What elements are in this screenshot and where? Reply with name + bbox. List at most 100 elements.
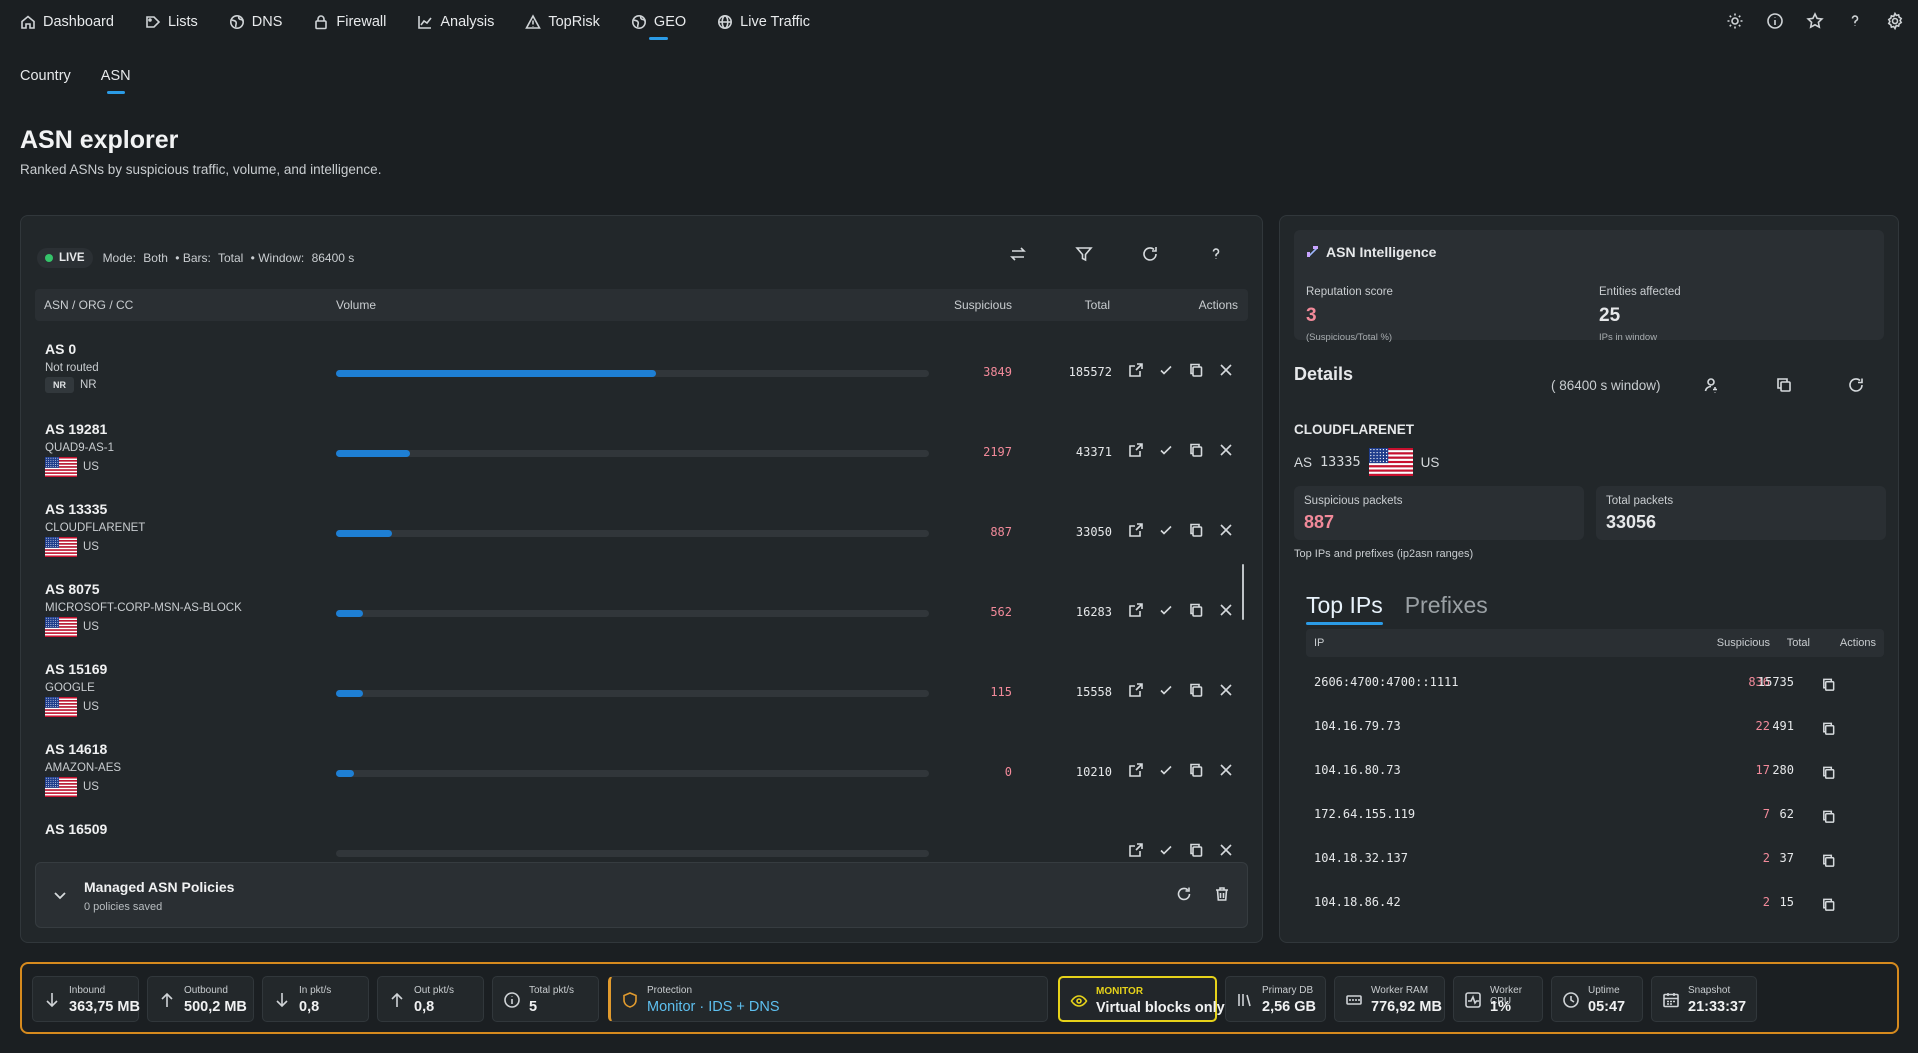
header-volume[interactable]: Volume bbox=[336, 298, 376, 312]
chevron-down-icon[interactable] bbox=[52, 887, 68, 903]
close-icon[interactable] bbox=[1218, 522, 1234, 538]
table-row[interactable]: AS 16509 bbox=[35, 809, 1248, 859]
filter-icon[interactable] bbox=[1074, 244, 1094, 264]
copy-icon[interactable] bbox=[1188, 762, 1204, 778]
check-icon[interactable] bbox=[1158, 602, 1174, 618]
close-icon[interactable] bbox=[1218, 762, 1234, 778]
status-protection[interactable]: Protection Monitor · IDS + DNS bbox=[608, 976, 1048, 1022]
refresh-icon[interactable] bbox=[1847, 376, 1865, 394]
volume-bar bbox=[336, 530, 929, 537]
open-external-icon[interactable] bbox=[1128, 442, 1144, 458]
managed-asn-policies[interactable]: Managed ASN Policies 0 policies saved bbox=[35, 862, 1248, 928]
nav-dns[interactable]: DNS bbox=[229, 0, 282, 44]
ip-row[interactable]: 2606:4700:4700::1111 836 15735 bbox=[1306, 667, 1884, 711]
table-row[interactable]: AS 0 Not routed NR NR 3849 185572 bbox=[35, 329, 1248, 408]
toolbar-meta: Mode: Both • Bars: Total • Window: 86400… bbox=[103, 251, 359, 265]
nav-live-traffic[interactable]: Live Traffic bbox=[717, 0, 810, 44]
settings-icon[interactable] bbox=[1886, 12, 1904, 30]
open-external-icon[interactable] bbox=[1128, 762, 1144, 778]
open-external-icon[interactable] bbox=[1128, 602, 1144, 618]
trash-icon[interactable] bbox=[1213, 885, 1231, 903]
open-external-icon[interactable] bbox=[1128, 682, 1144, 698]
table-scrollbar[interactable] bbox=[1242, 564, 1244, 620]
tab-asn[interactable]: ASN bbox=[101, 68, 131, 94]
nav-analysis[interactable]: Analysis bbox=[417, 0, 494, 44]
close-icon[interactable] bbox=[1218, 842, 1234, 858]
copy-icon[interactable] bbox=[1188, 842, 1204, 858]
nav-geo[interactable]: GEO bbox=[631, 0, 686, 44]
table-row[interactable]: AS 15169 GOOGLE US 115 15558 bbox=[35, 649, 1248, 728]
status-monitor-badge[interactable]: MONITOR Virtual blocks only bbox=[1058, 976, 1225, 1022]
window-label: • Window: bbox=[250, 251, 305, 265]
copy-icon[interactable] bbox=[1188, 682, 1204, 698]
ip-row[interactable]: 104.18.86.42 2 15 bbox=[1306, 887, 1884, 931]
sun-icon[interactable] bbox=[1726, 12, 1744, 30]
ip-header-ip[interactable]: IP bbox=[1314, 637, 1324, 649]
check-icon[interactable] bbox=[1158, 442, 1174, 458]
uptime-label: Uptime bbox=[1588, 985, 1620, 996]
user-network-icon[interactable] bbox=[1703, 376, 1721, 394]
table-row[interactable]: AS 13335 CLOUDFLARENET US 887 33050 bbox=[35, 489, 1248, 568]
close-icon[interactable] bbox=[1218, 442, 1234, 458]
nav-lists[interactable]: Lists bbox=[145, 0, 198, 44]
check-icon[interactable] bbox=[1158, 762, 1174, 778]
close-icon[interactable] bbox=[1218, 602, 1234, 618]
tab-top-ips[interactable]: Top IPs bbox=[1306, 592, 1383, 625]
ip-row[interactable]: 104.16.80.73 17 280 bbox=[1306, 755, 1884, 799]
copy-icon[interactable] bbox=[1821, 677, 1836, 692]
check-icon[interactable] bbox=[1158, 522, 1174, 538]
reputation-value: 3 bbox=[1306, 305, 1317, 326]
ip-row[interactable]: 172.64.155.119 7 62 bbox=[1306, 799, 1884, 843]
total-packets-card: Total packets 33056 bbox=[1596, 486, 1886, 540]
copy-icon[interactable] bbox=[1188, 522, 1204, 538]
asn-org: CLOUDFLARENET bbox=[45, 522, 146, 534]
check-icon[interactable] bbox=[1158, 362, 1174, 378]
reload-icon[interactable] bbox=[1175, 885, 1193, 903]
open-external-icon[interactable] bbox=[1128, 842, 1144, 858]
close-icon[interactable] bbox=[1218, 682, 1234, 698]
check-icon[interactable] bbox=[1158, 842, 1174, 858]
help-icon[interactable] bbox=[1206, 244, 1226, 264]
table-row[interactable]: AS 14618 AMAZON-AES US 0 10210 bbox=[35, 729, 1248, 808]
ip-row[interactable]: 104.18.32.137 2 37 bbox=[1306, 843, 1884, 887]
nav-firewall[interactable]: Firewall bbox=[313, 0, 386, 44]
tab-country[interactable]: Country bbox=[20, 68, 71, 94]
copy-icon[interactable] bbox=[1821, 853, 1836, 868]
ip-header-total[interactable]: Total bbox=[1787, 637, 1810, 649]
ip-header-suspicious[interactable]: Suspicious bbox=[1717, 637, 1770, 649]
table-row[interactable]: AS 8075 MICROSOFT-CORP-MSN-AS-BLOCK US 562 1… bbox=[35, 569, 1248, 648]
worker-ram-label: Worker RAM bbox=[1371, 985, 1429, 996]
help-icon[interactable] bbox=[1846, 12, 1864, 30]
intel-title: ASN Intelligence bbox=[1306, 244, 1436, 260]
info-icon[interactable] bbox=[1766, 12, 1784, 30]
copy-icon[interactable] bbox=[1821, 809, 1836, 824]
nav-analysis-label: Analysis bbox=[440, 14, 495, 30]
copy-icon[interactable] bbox=[1821, 721, 1836, 736]
copy-icon[interactable] bbox=[1188, 442, 1204, 458]
check-icon[interactable] bbox=[1158, 682, 1174, 698]
refresh-icon[interactable] bbox=[1140, 244, 1160, 264]
header-total[interactable]: Total bbox=[1085, 298, 1110, 312]
copy-icon[interactable] bbox=[1188, 602, 1204, 618]
nav-toprisk[interactable]: TopRisk bbox=[525, 0, 600, 44]
copy-icon[interactable] bbox=[1821, 897, 1836, 912]
open-external-icon[interactable] bbox=[1128, 522, 1144, 538]
protection-label: Protection bbox=[647, 985, 693, 996]
copy-icon[interactable] bbox=[1821, 765, 1836, 780]
tab-prefixes[interactable]: Prefixes bbox=[1405, 592, 1488, 625]
nav-dashboard[interactable]: Dashboard bbox=[20, 0, 114, 44]
entities-hint: IPs in window bbox=[1599, 332, 1658, 343]
copy-icon[interactable] bbox=[1188, 362, 1204, 378]
star-icon[interactable] bbox=[1806, 12, 1824, 30]
swap-icon[interactable] bbox=[1008, 244, 1028, 264]
close-icon[interactable] bbox=[1218, 362, 1234, 378]
header-suspicious[interactable]: Suspicious bbox=[954, 298, 1012, 312]
volume-bar bbox=[336, 690, 929, 697]
header-asn[interactable]: ASN / ORG / CC bbox=[44, 298, 133, 312]
nav-lists-label: Lists bbox=[167, 14, 198, 30]
ip-row[interactable]: 104.16.79.73 22 491 bbox=[1306, 711, 1884, 755]
copy-icon[interactable] bbox=[1775, 376, 1793, 394]
open-external-icon[interactable] bbox=[1128, 362, 1144, 378]
table-row[interactable]: AS 19281 QUAD9-AS-1 US 2197 43371 bbox=[35, 409, 1248, 488]
suspicious-count: 3849 bbox=[983, 365, 1012, 379]
